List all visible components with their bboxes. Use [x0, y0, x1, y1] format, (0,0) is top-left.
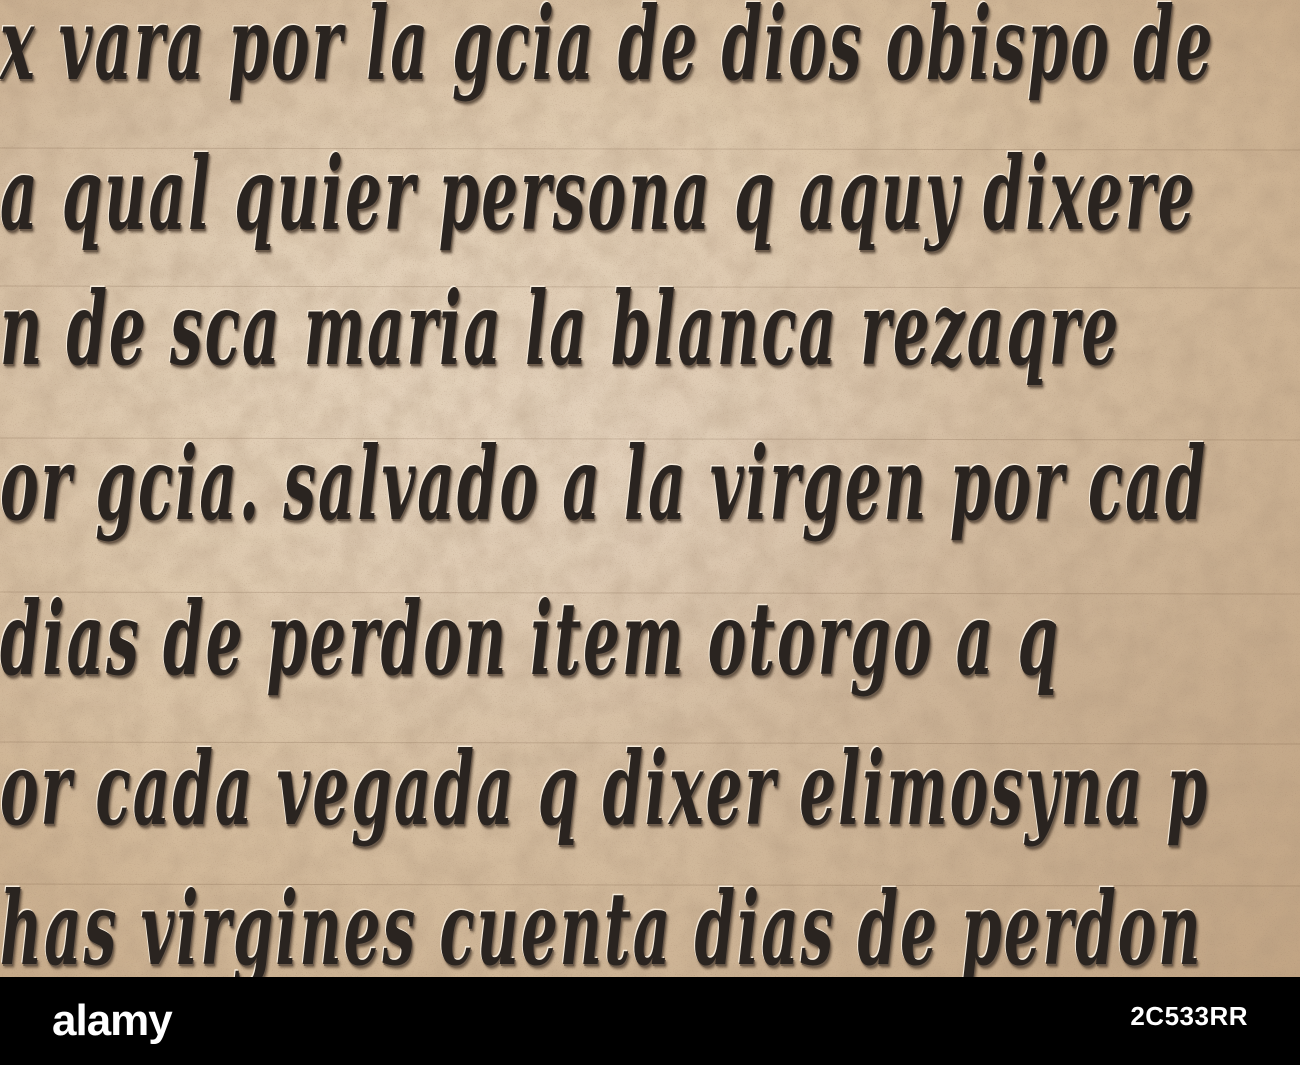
- inscription-line-2: a qual quier persona q aquy dixere: [0, 134, 1197, 254]
- inscription-line-7: has virgines cuenta dias de perdon: [0, 869, 1203, 978]
- stock-image-id: 2C533RR: [1130, 1001, 1248, 1031]
- inscription-line-3: n de sca maria la blanca rezaqre: [0, 269, 1121, 389]
- inscription-line-5: dias de perdon item otorgo a q: [0, 579, 1061, 699]
- inscription-line-6: or cada vegada q dixer elimosyna p: [0, 729, 1210, 849]
- alamy-logo: alamy: [52, 996, 173, 1045]
- inscription-line-4: or gcia. salvado a la virgen por cad: [0, 424, 1208, 544]
- watermark-footer-bar: [0, 977, 1300, 1065]
- carved-gothic-inscription-photo: x vara por la gcia de dios obispo de a q…: [0, 0, 1300, 977]
- inscription-line-1: x vara por la gcia de dios obispo de: [0, 0, 1215, 104]
- image-frame: x vara por la gcia de dios obispo de a q…: [0, 0, 1300, 1065]
